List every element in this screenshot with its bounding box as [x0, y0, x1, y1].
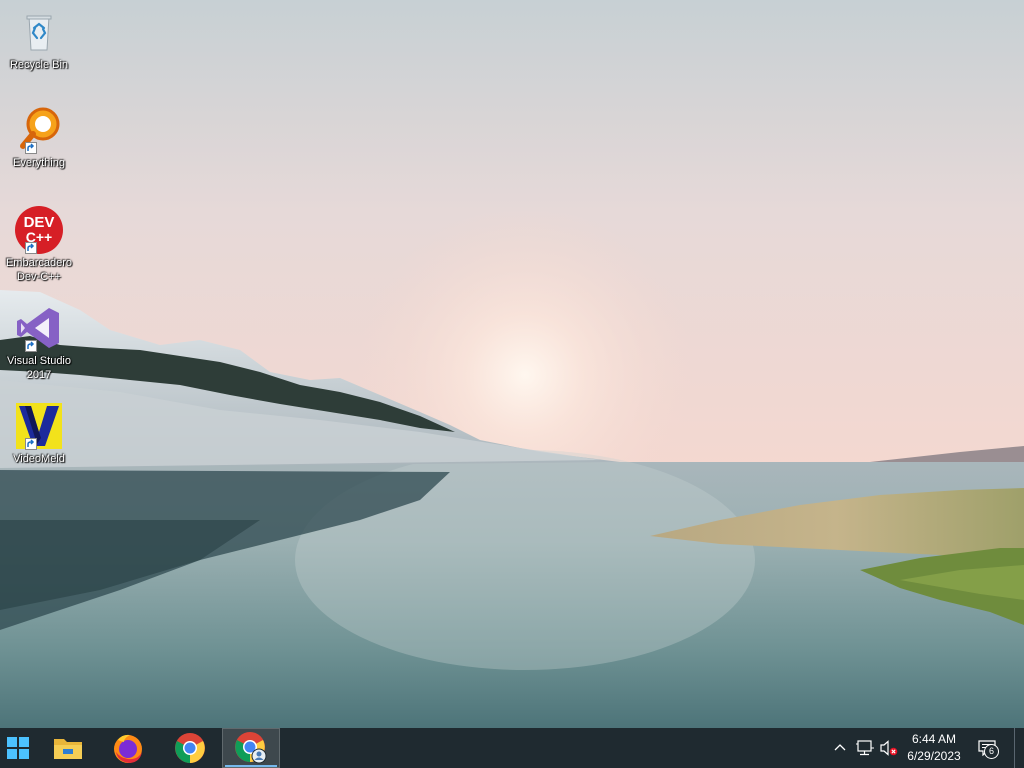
shortcut-arrow-icon — [25, 438, 37, 450]
desktop-icon-recycle-bin[interactable]: Recycle Bin — [2, 6, 76, 72]
start-button[interactable] — [0, 728, 36, 768]
desktop: Recycle Bin Everything DEV C++ Embarcade… — [0, 0, 1024, 768]
volume-button[interactable] — [878, 728, 900, 768]
everything-search-icon — [13, 104, 65, 156]
notification-icon: 6 — [978, 740, 999, 759]
clock-time: 6:44 AM — [911, 732, 957, 746]
clock-date: 6/29/2023 — [907, 749, 961, 763]
shortcut-arrow-icon — [25, 242, 37, 254]
windows-logo-icon — [7, 737, 29, 759]
wallpaper — [0, 0, 1024, 728]
desktop-icon-label: Visual Studio 2017 — [6, 355, 71, 381]
visual-studio-icon — [13, 302, 65, 354]
firefox-icon — [114, 734, 142, 763]
desktop-icon-visual-studio[interactable]: Visual Studio 2017 — [2, 302, 76, 382]
chrome-profile-icon — [235, 732, 267, 764]
desktop-icon-label: VideoMeld — [13, 453, 65, 465]
desktop-icon-label: Embarcadero Dev-C++ — [5, 257, 73, 283]
taskbar-file-explorer[interactable] — [44, 728, 92, 768]
notification-count-badge: 6 — [984, 744, 999, 759]
taskbar-chrome[interactable] — [164, 728, 216, 768]
desktop-icon-label: Recycle Bin — [9, 59, 69, 71]
desktop-icon-videomeld[interactable]: VideoMeld — [2, 400, 76, 466]
recycle-bin-icon — [13, 6, 65, 58]
videomeld-icon — [13, 400, 65, 452]
notification-center-button[interactable]: 6 — [974, 728, 1000, 768]
desktop-icon-devcpp[interactable]: DEV C++ Embarcadero Dev-C++ — [2, 204, 76, 284]
network-button[interactable] — [854, 728, 876, 768]
taskbar: 6:44 AM 6/29/2023 6 — [0, 728, 1024, 768]
network-icon — [856, 740, 874, 756]
show-desktop-button[interactable] — [1014, 728, 1024, 768]
shortcut-arrow-icon — [25, 142, 37, 154]
devcpp-icon: DEV C++ — [13, 204, 65, 256]
shortcut-arrow-icon — [25, 340, 37, 352]
chevron-up-icon — [834, 744, 846, 751]
chrome-icon — [175, 733, 205, 763]
active-indicator — [225, 765, 277, 767]
taskbar-chrome-profile[interactable] — [222, 728, 280, 768]
volume-muted-icon — [880, 740, 898, 756]
desktop-icon-label: Everything — [13, 157, 65, 169]
desktop-icon-everything[interactable]: Everything — [2, 104, 76, 170]
folder-icon — [54, 739, 82, 759]
clock-button[interactable]: 6:44 AM 6/29/2023 — [898, 728, 970, 768]
taskbar-firefox[interactable] — [104, 728, 152, 768]
show-hidden-icons-button[interactable] — [830, 728, 850, 768]
